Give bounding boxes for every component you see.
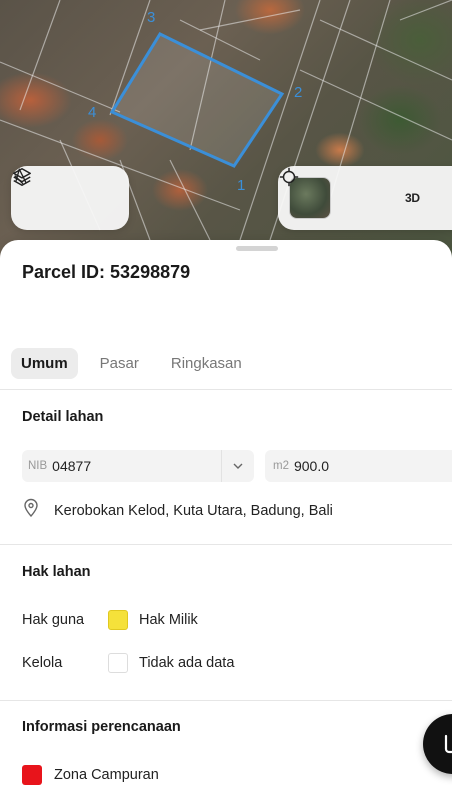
location-text: Kerobokan Kelod, Kuta Utara, Badung, Bal… bbox=[54, 502, 333, 519]
nib-prefix: NIB bbox=[28, 460, 48, 472]
area-unit: m2 bbox=[273, 460, 289, 472]
tab-umum[interactable]: Umum bbox=[11, 348, 78, 379]
3d-toggle-button[interactable]: 3D bbox=[405, 191, 420, 205]
vertex-label-2: 2 bbox=[294, 84, 302, 101]
section-title-planning: Informasi perencanaan bbox=[22, 719, 181, 735]
divider bbox=[0, 700, 452, 701]
section-title-hak: Hak lahan bbox=[22, 564, 91, 580]
hak-guna-row: Hak guna Hak Milik bbox=[22, 610, 198, 630]
chevron-down-icon[interactable] bbox=[222, 460, 254, 472]
area-value: 900.0 bbox=[293, 458, 330, 474]
tab-bar: Umum Pasar Ringkasan bbox=[11, 348, 264, 379]
tab-ringkasan[interactable]: Ringkasan bbox=[161, 348, 252, 379]
area-field[interactable]: m2 900.0 bbox=[265, 450, 452, 482]
hak-guna-label: Hak guna bbox=[22, 612, 85, 628]
kelola-row: Kelola Tidak ada data bbox=[22, 653, 234, 673]
hak-guna-value: Hak Milik bbox=[139, 612, 198, 628]
location-pin-icon bbox=[22, 498, 40, 523]
vertex-label-4: 4 bbox=[88, 104, 96, 121]
kelola-value: Tidak ada data bbox=[139, 655, 235, 671]
divider bbox=[0, 389, 452, 390]
layers-icon[interactable] bbox=[13, 168, 57, 213]
zone-row: Zona Campuran bbox=[22, 765, 159, 785]
zone-swatch bbox=[22, 765, 42, 785]
sheet-drag-handle[interactable] bbox=[236, 246, 278, 251]
chat-bubble-icon[interactable] bbox=[423, 714, 452, 774]
hak-guna-swatch bbox=[108, 610, 128, 630]
kelola-label: Kelola bbox=[22, 655, 63, 671]
map-view[interactable]: 3 2 4 1 3D bbox=[0, 0, 452, 260]
vertex-label-1: 1 bbox=[237, 177, 245, 194]
section-title-detail: Detail lahan bbox=[22, 409, 104, 425]
map-view-panel: 3D bbox=[278, 166, 452, 230]
location-row: Kerobokan Kelod, Kuta Utara, Badung, Bal… bbox=[22, 498, 333, 523]
kelola-swatch bbox=[108, 653, 128, 673]
divider bbox=[0, 544, 452, 545]
crosshair-icon[interactable] bbox=[279, 167, 377, 213]
nib-value: 04877 bbox=[52, 458, 92, 474]
zone-text: Zona Campuran bbox=[54, 767, 159, 783]
tab-pasar[interactable]: Pasar bbox=[90, 348, 149, 379]
draw-polygon-icon[interactable] bbox=[14, 168, 113, 213]
nib-field[interactable]: NIB 04877 bbox=[22, 450, 254, 482]
parcel-title: Parcel ID: 53298879 bbox=[22, 262, 191, 282]
map-tools-panel bbox=[11, 166, 129, 230]
parcel-bottom-sheet: Parcel ID: 53298879 Umum Pasar Ringkasan… bbox=[0, 240, 452, 804]
vertex-label-3: 3 bbox=[147, 9, 155, 26]
